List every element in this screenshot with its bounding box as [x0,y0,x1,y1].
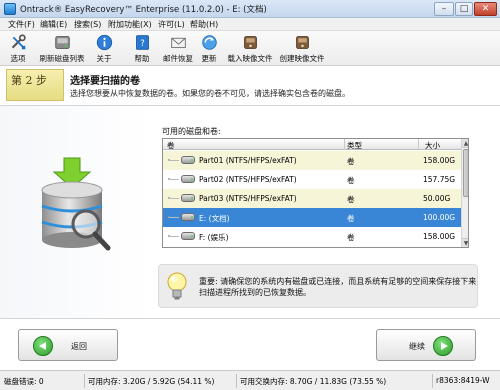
about-button[interactable]: 关于 [90,33,118,65]
menu-extras[interactable]: 附加功能(X) [108,19,152,30]
about-label: 关于 [96,54,112,63]
mail-recovery-button[interactable]: 邮件恢复 [160,33,196,65]
drive-icon [181,175,195,183]
load-image-file-label: 载入映像文件 [227,54,273,63]
volume-row[interactable]: Part03 (NTFS/HFPS/exFAT) 卷 50.00G [163,189,461,208]
volume-name: Part03 (NTFS/HFPS/exFAT) [199,194,297,203]
refresh-disk-list-button[interactable]: 刷新磁盘列表 [38,33,86,65]
back-button[interactable]: 返回 [18,329,118,361]
menu-file[interactable]: 文件(F) [8,19,35,30]
available-swap-status: 可用交换内存: 8.70G / 11.83G (73.55 %) [240,377,387,386]
step-description: 选择您想要从中恢复数据的卷。如果您的卷不可见，请选择确实包含卷的磁盘。 [70,89,350,98]
drive-icon [181,232,195,240]
volume-type: 卷 [347,176,355,185]
menu-edit[interactable]: 编辑(E) [40,19,67,30]
volume-name: Part01 (NTFS/HFPS/exFAT) [199,156,297,165]
volume-type: 卷 [347,214,355,223]
back-arrow-icon [33,336,53,356]
volume-list-scrollbar[interactable]: ▲ ▼ [461,139,468,247]
volume-name: E: (文档) [199,214,230,223]
volume-size: 100.00G [423,213,456,222]
volume-name: Part02 (NTFS/HFPS/exFAT) [199,175,297,184]
step-title: 选择要扫描的卷 [70,76,140,87]
main-panel: 可用的磁盘和卷: 卷 类型 大小 Part01 (NTFS/HFPS/exFAT… [0,106,500,318]
status-bar: 磁盘错误: 0 可用内存: 3.20G / 5.92G (54.11 %) 可用… [0,370,500,390]
lightbulb-icon [167,272,187,300]
volume-size: 157.75G [423,175,456,184]
toolbar: 选项 刷新磁盘列表 关于 ? 帮助 邮件恢复 更新 载入映像文件 创建映像文件 [0,31,500,66]
continue-button[interactable]: 继续 [376,329,476,361]
drive-icon [181,156,195,164]
info-icon [96,34,112,51]
volume-type: 卷 [347,157,355,166]
menu-search[interactable]: 搜索(S) [74,19,101,30]
close-button[interactable]: ✕ [474,2,497,16]
create-image-file-label: 创建映像文件 [279,54,325,63]
title-bar: Ontrack® EasyRecovery™ Enterprise (11.0.… [0,0,500,18]
disk-errors-status: 磁盘错误: 0 [4,377,44,386]
column-header-volume[interactable]: 卷 [167,140,175,151]
options-button[interactable]: 选项 [4,33,32,65]
scrollbar-thumb[interactable] [463,149,468,197]
menu-bar: 文件(F) 编辑(E) 搜索(S) 附加功能(X) 许可(L) 帮助(H) [0,18,500,31]
step-header: 第 2 步 选择要扫描的卷 选择您想要从中恢复数据的卷。如果您的卷不可见，请选择… [0,66,500,106]
update-button[interactable]: 更新 [198,33,220,65]
scroll-down-arrow-icon[interactable]: ▼ [462,238,468,247]
help-label: 帮助 [134,54,150,63]
volume-list-header: 卷 类型 大小 [163,139,461,150]
options-label: 选项 [10,54,26,63]
help-book-icon: ? [135,35,149,50]
volume-row[interactable]: Part01 (NTFS/HFPS/exFAT) 卷 158.00G [163,151,461,170]
load-image-icon [243,36,257,49]
scroll-up-arrow-icon[interactable]: ▲ [462,139,468,148]
wrench-screwdriver-icon [11,34,26,50]
build-version-status: r8363:8419-W [436,376,490,385]
important-notice: 重要: 请确保您的系统内有磁盘或已连接，而且系统有足够的空间来保存接下来扫描进程… [158,264,478,308]
volume-row-selected[interactable]: E: (文档) 卷 100.00G [163,208,461,227]
help-button[interactable]: ? 帮助 [128,33,156,65]
drive-icon [181,213,195,221]
mail-icon [170,37,186,49]
volume-type: 卷 [347,233,355,242]
step-number-tag: 第 2 步 [6,69,64,101]
database-scan-icon [41,157,111,251]
window-title: Ontrack® EasyRecovery™ Enterprise (11.0.… [20,5,267,15]
refresh-disk-icon [54,36,70,49]
column-header-size[interactable]: 大小 [425,140,440,151]
volume-size: 50.00G [423,194,451,203]
volume-list-label: 可用的磁盘和卷: [162,127,221,136]
svg-text:?: ? [140,39,145,49]
load-image-file-button[interactable]: 载入映像文件 [226,33,274,65]
update-label: 更新 [201,54,217,63]
app-icon [4,3,16,15]
menu-help[interactable]: 帮助(H) [190,19,218,30]
volume-name: F: (娱乐) [199,233,229,242]
volume-list[interactable]: 卷 类型 大小 Part01 (NTFS/HFPS/exFAT) 卷 158.0… [162,138,469,248]
column-header-type[interactable]: 类型 [347,140,362,151]
refresh-disk-list-label: 刷新磁盘列表 [39,54,85,63]
application-window: Ontrack® EasyRecovery™ Enterprise (11.0.… [0,0,500,390]
update-globe-icon [201,35,217,50]
create-image-icon [295,36,309,49]
available-memory-status: 可用内存: 3.20G / 5.92G (54.11 %) [88,377,215,386]
volume-size: 158.00G [423,232,456,241]
minimize-button[interactable]: – [434,2,454,16]
navigation-bar: 返回 继续 [0,318,500,370]
back-button-label: 返回 [71,342,87,351]
volume-row[interactable]: Part02 (NTFS/HFPS/exFAT) 卷 157.75G [163,170,461,189]
maximize-button[interactable]: □ [455,2,473,16]
volume-type: 卷 [347,195,355,204]
continue-arrow-icon [433,336,453,356]
volume-row[interactable]: F: (娱乐) 卷 158.00G [163,227,461,246]
mail-recovery-label: 邮件恢复 [163,54,193,63]
volume-size: 158.00G [423,156,456,165]
continue-button-label: 继续 [409,342,425,351]
drive-icon [181,194,195,202]
create-image-file-button[interactable]: 创建映像文件 [278,33,326,65]
notice-text: 重要: 请确保您的系统内有磁盘或已连接，而且系统有足够的空间来保存接下来扫描进程… [199,277,477,297]
menu-license[interactable]: 许可(L) [158,19,185,30]
step-number: 第 2 步 [11,74,47,87]
